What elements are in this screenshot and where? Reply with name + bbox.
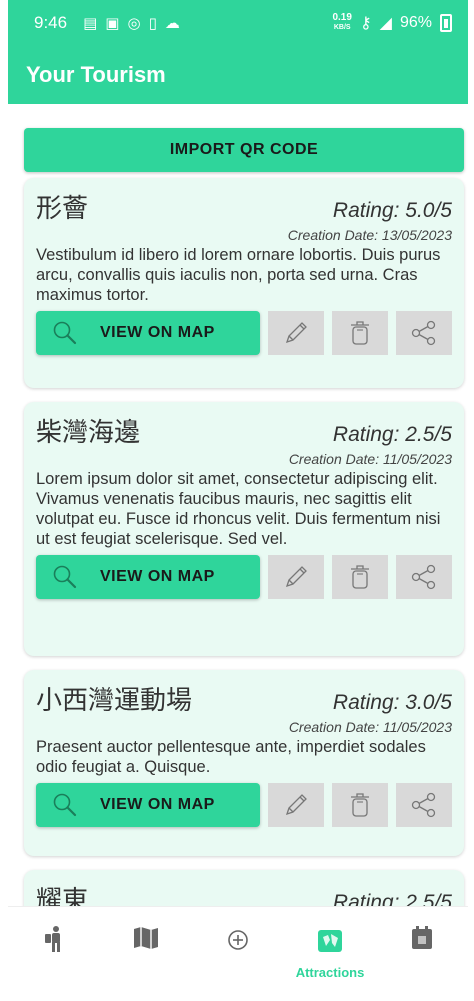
nav-item-hiking[interactable] — [14, 907, 94, 953]
attraction-title: 耀東 — [36, 885, 89, 906]
attraction-description: Lorem ipsum dolor sit amet, consectetur … — [36, 470, 441, 548]
attraction-card: 形薈 Rating: 5.0/5 Creation Date: 13/05/20… — [24, 178, 464, 388]
notification-icons: ▤ ▣ ◎ ▯ ☁ — [83, 14, 180, 32]
attraction-title: 小西灣運動場 — [36, 685, 193, 715]
nav-item-schedule[interactable] — [382, 907, 462, 951]
share-icon — [411, 320, 436, 346]
status-left: 9:46 ▤ ▣ ◎ ▯ ☁ — [34, 13, 180, 33]
share-icon — [411, 792, 436, 818]
device-icon: ▯ — [148, 15, 157, 32]
nav-item-add[interactable] — [198, 907, 278, 953]
pencil-icon — [285, 322, 307, 344]
nav-label-attractions: Attractions — [295, 965, 365, 980]
attractions-icon — [318, 930, 342, 952]
cloud-icon: ☁ — [164, 15, 180, 32]
hiker-icon — [45, 926, 60, 952]
trash-icon — [351, 793, 369, 817]
delete-button[interactable] — [332, 783, 388, 827]
attraction-rating: Rating: 2.5/5 — [332, 891, 452, 906]
creation-date: Creation Date: 11/05/2023 — [288, 451, 452, 467]
attraction-title: 柴灣海邊 — [36, 417, 141, 447]
sync-icon: ◎ — [127, 15, 141, 32]
attractions-list[interactable]: IMPORT QR CODE 形薈 Rating: 5.0/5 Creation… — [8, 104, 468, 906]
attraction-card: 耀東 Rating: 2.5/5 — [24, 870, 464, 906]
trash-icon — [351, 321, 369, 345]
key-icon: ⚷ — [359, 15, 372, 32]
creation-date: Creation Date: 11/05/2023 — [288, 719, 452, 735]
edit-button[interactable] — [268, 311, 324, 355]
delete-button[interactable] — [332, 311, 388, 355]
creation-date: Creation Date: 13/05/2023 — [287, 227, 452, 243]
edit-button[interactable] — [268, 555, 324, 599]
view-on-map-button[interactable]: VIEW ON MAP — [36, 555, 260, 599]
attraction-rating: Rating: 3.0/5 — [332, 691, 452, 714]
pencil-icon — [285, 794, 307, 816]
signal-icon: ◢ — [379, 15, 392, 32]
attraction-rating: Rating: 5.0/5 — [332, 199, 452, 222]
attraction-rating: Rating: 2.5/5 — [332, 423, 452, 446]
attraction-description: Praesent auctor pellentesque ante, imper… — [36, 738, 426, 776]
attraction-card: 柴灣海邊 Rating: 2.5/5 Creation Date: 11/05/… — [24, 402, 464, 656]
card-actions: VIEW ON MAP — [36, 311, 452, 355]
search-icon — [53, 793, 77, 817]
view-on-map-label: VIEW ON MAP — [100, 324, 215, 341]
status-right: 0.19 KB/S ⚷ ◢ 96% — [332, 13, 452, 33]
search-icon — [53, 321, 77, 345]
battery-icon — [440, 14, 452, 32]
import-qr-label: IMPORT QR CODE — [169, 141, 319, 158]
share-button[interactable] — [396, 555, 452, 599]
add-circle-icon — [228, 930, 248, 950]
notification-icon: ▤ — [83, 15, 98, 32]
card-actions: VIEW ON MAP — [36, 555, 452, 599]
import-qr-button[interactable]: IMPORT QR CODE — [24, 128, 464, 172]
edit-button[interactable] — [268, 783, 324, 827]
trash-icon — [351, 565, 369, 589]
calendar-icon — [412, 926, 432, 949]
pencil-icon — [285, 566, 307, 588]
battery-percent: 96% — [399, 14, 432, 31]
attraction-description: Vestibulum id libero id lorem ornare lob… — [36, 246, 441, 304]
bottom-navigation: Attractions — [8, 906, 468, 1001]
app-title: Your Tourism — [26, 62, 166, 87]
nav-item-map[interactable] — [106, 907, 186, 951]
attraction-card: 小西灣運動場 Rating: 3.0/5 Creation Date: 11/0… — [24, 670, 464, 856]
map-icon — [134, 927, 158, 949]
view-on-map-button[interactable]: VIEW ON MAP — [36, 783, 260, 827]
status-time: 9:46 — [34, 13, 68, 32]
attraction-title: 形薈 — [36, 193, 89, 223]
view-on-map-button[interactable]: VIEW ON MAP — [36, 311, 260, 355]
nav-item-attractions[interactable]: Attractions — [290, 907, 370, 980]
view-on-map-label: VIEW ON MAP — [100, 568, 215, 585]
search-icon — [53, 565, 77, 589]
status-bar: 9:46 ▤ ▣ ◎ ▯ ☁ 0.19 KB/S ⚷ ◢ 96% — [8, 0, 468, 46]
net-speed: 0.19 KB/S — [332, 12, 352, 32]
app-bar: Your Tourism — [8, 46, 468, 104]
delete-button[interactable] — [332, 555, 388, 599]
card-actions: VIEW ON MAP — [36, 783, 452, 827]
share-icon — [411, 564, 436, 590]
view-on-map-label: VIEW ON MAP — [100, 796, 215, 813]
share-button[interactable] — [396, 783, 452, 827]
share-button[interactable] — [396, 311, 452, 355]
gallery-icon: ▣ — [105, 15, 120, 32]
